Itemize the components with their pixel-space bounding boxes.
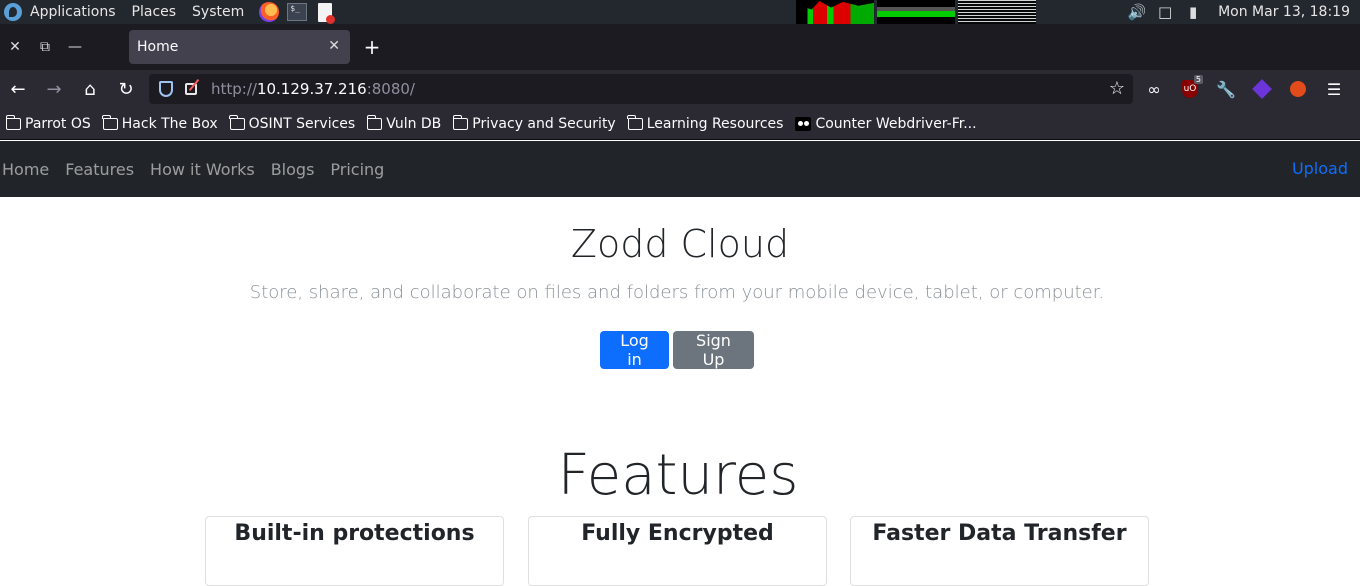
wrench-extension-icon[interactable]: 🔧	[1212, 75, 1240, 103]
network-monitor	[958, 0, 1036, 24]
battery-icon[interactable]: ▮	[1184, 3, 1202, 21]
login-button[interactable]: Log in	[600, 331, 669, 369]
applications-menu[interactable]: Applications	[22, 4, 124, 20]
hero-buttons: Log in Sign Up	[600, 331, 754, 369]
nav-how-it-works[interactable]: How it Works	[150, 160, 263, 179]
url-text[interactable]: http://10.129.37.216:8080/	[211, 80, 415, 98]
hamburger-menu-icon[interactable]: ☰	[1320, 75, 1348, 103]
window-restore-icon[interactable]: ⧉	[30, 24, 60, 70]
bookmark-hack-the-box[interactable]: Hack The Box	[102, 114, 218, 132]
feature-card-title: Built-in protections	[234, 521, 475, 546]
bookmark-learning-resources[interactable]: Learning Resources	[627, 114, 783, 132]
bookmarks-toolbar: Parrot OS Hack The Box OSINT Services Vu…	[0, 108, 1360, 140]
feature-card-title: Fully Encrypted	[581, 521, 774, 546]
feature-card-title: Faster Data Transfer	[872, 521, 1127, 546]
folder-icon	[452, 114, 469, 130]
tab-close-icon[interactable]: ✕	[328, 38, 340, 54]
reload-button[interactable]: ↻	[108, 73, 144, 105]
system-monitors	[796, 0, 1036, 24]
foxy-extension[interactable]	[1284, 75, 1312, 103]
places-menu[interactable]: Places	[124, 4, 185, 20]
folder-icon	[366, 114, 383, 130]
tab-title: Home	[137, 39, 179, 55]
document-icon	[318, 2, 336, 24]
infinity-extension-icon[interactable]: ∞	[1140, 75, 1168, 103]
terminal-launcher[interactable]: $_	[286, 1, 308, 23]
nav-pricing[interactable]: Pricing	[330, 160, 392, 179]
folder-icon	[5, 114, 21, 130]
volume-icon[interactable]: 🔊	[1128, 3, 1147, 21]
document-launcher[interactable]	[314, 1, 336, 24]
browser-toolbar: ← → ⌂ ↻ http://10.129.37.216:8080/ ☆ ∞ u…	[0, 70, 1360, 108]
diamond-extension[interactable]	[1248, 75, 1276, 103]
bookmark-star-icon[interactable]: ☆	[1109, 78, 1125, 99]
firefox-launcher[interactable]	[258, 1, 280, 23]
window-minimize-icon[interactable]: —	[60, 24, 90, 70]
folder-icon	[102, 114, 118, 130]
firefox-icon	[259, 2, 280, 22]
ublock-extension[interactable]: uO 5	[1176, 75, 1204, 103]
parrot-logo-icon[interactable]	[4, 3, 22, 21]
page-subtitle: Store, share, and collaborate on files a…	[249, 282, 1105, 303]
fox-icon	[1290, 81, 1306, 97]
display-icon[interactable]: □	[1156, 3, 1174, 21]
os-top-panel: Applications Places System $_ 🔊 □ ▮ Mon …	[0, 0, 1360, 24]
nav-blogs[interactable]: Blogs	[271, 160, 323, 179]
nav-features[interactable]: Features	[65, 160, 142, 179]
features-heading: Features	[557, 443, 799, 508]
url-bar[interactable]: http://10.129.37.216:8080/ ☆	[149, 74, 1133, 104]
ublock-badge: 5	[1193, 75, 1203, 84]
window-close-icon[interactable]: ✕	[0, 24, 30, 70]
forward-button[interactable]: →	[36, 73, 72, 105]
upload-link[interactable]: Upload	[1292, 159, 1348, 178]
back-button[interactable]: ←	[0, 73, 36, 105]
bookmark-osint-services[interactable]: OSINT Services	[229, 114, 355, 132]
clock[interactable]: Mon Mar 13, 18:19	[1218, 4, 1350, 20]
bookmark-parrot-os[interactable]: Parrot OS	[5, 114, 91, 132]
bookmark-privacy-security[interactable]: Privacy and Security	[452, 114, 616, 132]
signup-button[interactable]: Sign Up	[673, 331, 754, 369]
bookmark-counter-webdriver[interactable]: Counter Webdriver-Fr...	[795, 116, 977, 132]
folder-icon	[627, 114, 643, 130]
site-navbar: Home Features How it Works Blogs Pricing…	[0, 141, 1360, 197]
page-title: Zodd Cloud	[570, 222, 790, 266]
home-button[interactable]: ⌂	[72, 73, 108, 105]
browser-tab-bar: ✕ ⧉ — Home ✕ +	[0, 24, 1360, 70]
terminal-icon: $_	[287, 3, 308, 21]
tab-home[interactable]: Home ✕	[129, 30, 350, 64]
folder-icon	[229, 114, 245, 130]
tracking-shield-icon[interactable]	[159, 81, 173, 97]
bookmark-vuln-db[interactable]: Vuln DB	[366, 114, 441, 132]
counter-webdriver-icon	[795, 116, 812, 131]
system-menu[interactable]: System	[184, 4, 252, 20]
cpu-monitor	[796, 0, 874, 24]
insecure-lock-icon[interactable]	[185, 83, 197, 95]
nav-home[interactable]: Home	[2, 160, 57, 179]
memory-monitor	[877, 0, 955, 24]
new-tab-button[interactable]: +	[360, 32, 384, 62]
diamond-icon	[1252, 79, 1272, 99]
